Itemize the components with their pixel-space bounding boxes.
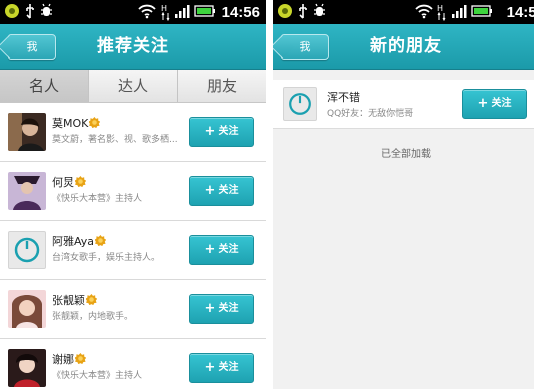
list-item[interactable]: 浑不错 QQ好友：无敌你恺哥 + 关注: [273, 80, 534, 129]
follow-button[interactable]: + 关注: [189, 117, 254, 147]
user-description: 台湾女歌手，娱乐主持人。: [52, 253, 161, 263]
avatar: [8, 113, 46, 151]
status-time: 14:50: [506, 4, 534, 21]
user-name: 浑不错: [327, 91, 360, 104]
signal-icon: [451, 3, 467, 23]
list-item[interactable]: 莫MOK 莫文蔚，著名影、视、歌多栖... + 关注: [0, 103, 266, 162]
user-name: 何炅: [52, 176, 74, 189]
tab-experts[interactable]: 达人: [89, 70, 178, 102]
plus-icon: +: [204, 360, 216, 375]
status-time: 14:56: [221, 4, 260, 21]
verified-badge-icon: [95, 235, 107, 246]
follow-button[interactable]: + 关注: [189, 294, 254, 324]
follow-button[interactable]: + 关注: [189, 176, 254, 206]
tab-celebrities[interactable]: 名人: [0, 70, 89, 102]
avatar: [8, 290, 46, 328]
plus-icon: +: [204, 242, 216, 257]
list-item[interactable]: 谢娜 《快乐大本营》主持人 + 关注: [0, 339, 266, 389]
plus-icon: +: [204, 124, 216, 139]
user-name: 阿雅Aya: [52, 235, 95, 248]
plus-icon: +: [477, 96, 489, 111]
usb-icon: [24, 3, 36, 23]
list-item[interactable]: 张靓颖 张靓颖，内地歌手。 + 关注: [0, 280, 266, 339]
follow-button[interactable]: + 关注: [462, 89, 527, 119]
all-loaded-text: 已全部加载: [381, 149, 431, 160]
right-screen: H 14:50 新的朋友 我 浑不错 QQ好友：无敌你恺哥 +关注 已全部加载: [273, 0, 534, 389]
verified-badge-icon: [75, 353, 86, 364]
title-bar: 推荐关注 我: [0, 24, 266, 70]
battery-icon: [194, 3, 216, 23]
back-button[interactable]: 我: [281, 34, 329, 60]
status-bar: H 14:56: [0, 0, 266, 24]
user-description: 《快乐大本营》主持人: [52, 194, 143, 204]
tab-friends[interactable]: 朋友: [178, 70, 266, 102]
user-description: 张靓颖，内地歌手。: [52, 312, 134, 322]
follow-button[interactable]: + 关注: [189, 235, 254, 265]
svg-text:H: H: [437, 4, 443, 13]
list-item[interactable]: 阿雅Aya 台湾女歌手，娱乐主持人。 + 关注: [0, 221, 266, 280]
verified-badge-icon: [75, 176, 86, 187]
back-button[interactable]: 我: [8, 34, 56, 60]
debug-icon: [313, 3, 326, 23]
verified-badge-icon: [86, 294, 97, 305]
verified-badge-icon: [89, 117, 101, 128]
user-description: 莫文蔚，著名影、视、歌多栖...: [52, 135, 178, 145]
wifi-icon: [138, 3, 156, 23]
usb-icon: [297, 3, 309, 23]
avatar: [8, 172, 46, 210]
title-bar: 新的朋友 我: [273, 24, 534, 70]
signal-icon: [174, 3, 190, 23]
svg-text:H: H: [161, 4, 167, 13]
debug-icon: [40, 3, 53, 23]
user-name: 谢娜: [52, 353, 74, 366]
app-notification-icon: [277, 3, 293, 23]
avatar: [283, 87, 317, 121]
plus-icon: +: [204, 301, 216, 316]
status-bar: H 14:50: [273, 0, 534, 24]
list-item[interactable]: 何炅 《快乐大本营》主持人 + 关注: [0, 162, 266, 221]
left-screen: H 14:56 推荐关注 我 名人 达人 朋友 莫MOK 莫文蔚，著名影、视、歌…: [0, 0, 266, 389]
network-h-icon: H: [436, 3, 448, 25]
category-tabs: 名人 达人 朋友: [0, 70, 266, 103]
user-description: 《快乐大本营》主持人: [52, 371, 143, 381]
wifi-icon: [415, 3, 433, 23]
app-notification-icon: [4, 3, 20, 23]
user-name: 张靓颖: [52, 294, 85, 307]
plus-icon: +: [204, 183, 216, 198]
follow-button[interactable]: + 关注: [189, 353, 254, 383]
network-h-icon: H: [160, 3, 172, 25]
battery-icon: [471, 3, 493, 23]
avatar: [8, 349, 46, 387]
user-description: QQ好友：无敌你恺哥: [327, 109, 414, 119]
avatar: [8, 231, 46, 269]
user-name: 莫MOK: [52, 117, 89, 130]
